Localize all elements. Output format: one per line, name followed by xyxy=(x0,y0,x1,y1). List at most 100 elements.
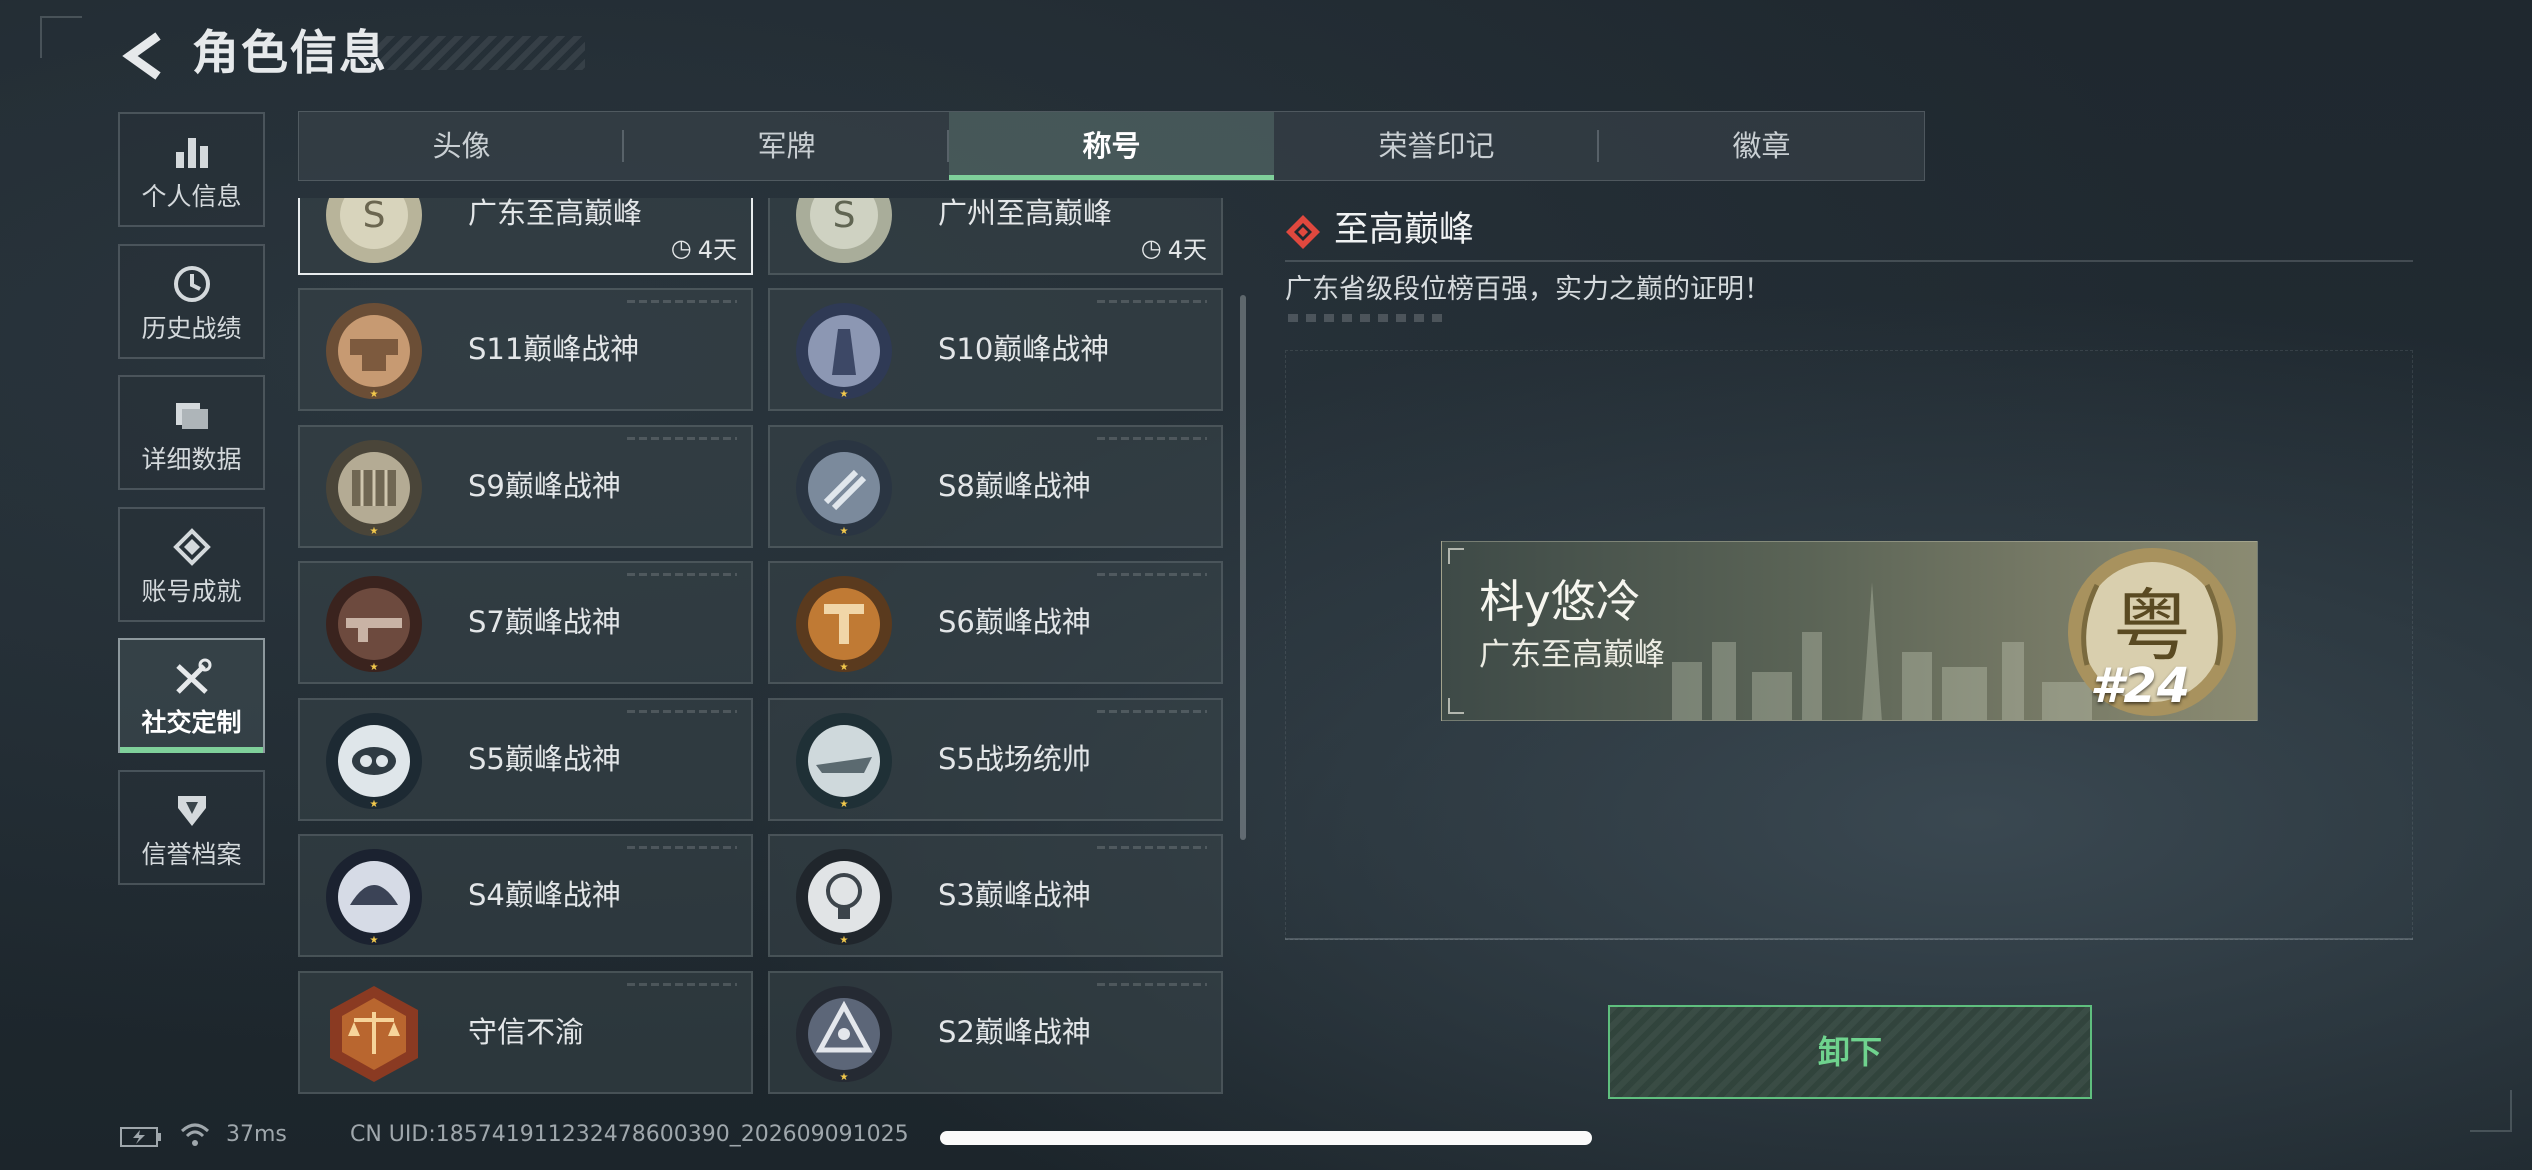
corner-bracket xyxy=(1448,698,1464,714)
card-decoration xyxy=(1097,710,1207,713)
title-name: S10巅峰战神 xyxy=(938,332,1110,366)
title-card[interactable]: S 广州至高巅峰 ◷ 4天 xyxy=(768,198,1223,275)
stripes-emblem-icon: ★ xyxy=(796,440,892,537)
svg-text:★: ★ xyxy=(370,935,379,946)
title-decoration xyxy=(370,36,585,70)
svg-text:★: ★ xyxy=(840,662,849,673)
title-name: S8巅峰战神 xyxy=(938,469,1091,503)
banner-rank: #24 xyxy=(2090,658,2191,714)
svg-text:★: ★ xyxy=(840,799,849,810)
ping-display: 37ms xyxy=(226,1122,287,1147)
sidebar-item-personal-info[interactable]: 个人信息 xyxy=(118,112,265,227)
tools-icon xyxy=(175,658,211,694)
svg-text:★: ★ xyxy=(370,526,379,537)
sidebar-item-label: 信誉档案 xyxy=(141,840,242,869)
list-scrollbar[interactable] xyxy=(1240,295,1246,840)
weapon-emblem-icon: ★ xyxy=(326,576,422,673)
title-name: S2巅峰战神 xyxy=(938,1015,1091,1049)
sidebar-item-label: 详细数据 xyxy=(141,445,242,474)
sidebar-item-social-custom[interactable]: 社交定制 xyxy=(118,638,265,753)
page-title: 角色信息 xyxy=(192,26,388,81)
card-decoration xyxy=(627,846,737,849)
title-name: S3巅峰战神 xyxy=(938,878,1091,912)
card-decoration xyxy=(627,710,737,713)
title-name: S5巅峰战神 xyxy=(468,742,621,776)
corner-mark xyxy=(40,16,82,58)
corner-mark xyxy=(2470,1090,2512,1132)
svg-text:★: ★ xyxy=(840,1072,849,1083)
clock-icon: ◷ xyxy=(1140,233,1162,262)
card-decoration xyxy=(1097,573,1207,576)
title-card[interactable]: ★ S5巅峰战神 xyxy=(298,698,753,821)
sidebar-item-history[interactable]: 历史战绩 xyxy=(118,244,265,359)
detail-title: 至高巅峰 xyxy=(1334,210,1475,250)
title-name: 广州至高巅峰 xyxy=(938,198,1113,230)
back-icon[interactable] xyxy=(118,28,168,84)
city-skyline-image xyxy=(1672,582,2092,720)
banner-player-name: 枓y悠冷 xyxy=(1479,575,1641,628)
title-card[interactable]: S 广东至高巅峰 ◷ 4天 xyxy=(298,198,753,275)
tab-honor-mark[interactable]: 荣誉印记 xyxy=(1274,112,1599,180)
anvil-emblem-icon: ★ xyxy=(326,303,422,400)
title-card[interactable]: ★ S11巅峰战神 xyxy=(298,288,753,411)
sidebar-item-achievements[interactable]: 账号成就 xyxy=(118,507,265,622)
unequip-button[interactable]: 卸下 xyxy=(1608,1005,2092,1099)
achievement-icon xyxy=(172,528,211,566)
title-name: S11巅峰战神 xyxy=(468,332,640,366)
time-remaining: ◷ 4天 xyxy=(670,233,737,265)
title-card[interactable]: ★ S6巅峰战神 xyxy=(768,561,1223,684)
title-card[interactable]: ★ S3巅峰战神 xyxy=(768,834,1223,957)
svg-text:★: ★ xyxy=(370,799,379,810)
svg-text:★: ★ xyxy=(370,662,379,673)
title-name: 广东至高巅峰 xyxy=(468,198,643,230)
sidebar-item-label: 账号成就 xyxy=(141,577,242,606)
time-remaining: ◷ 4天 xyxy=(1140,233,1207,265)
title-card[interactable]: ★ S8巅峰战神 xyxy=(768,425,1223,548)
svg-text:S: S xyxy=(833,198,856,236)
divider xyxy=(1285,938,2413,940)
tower-emblem-icon: ★ xyxy=(796,303,892,400)
card-decoration xyxy=(1097,300,1207,303)
tab-bar: 头像 军牌 称号 荣誉印记 徽章 xyxy=(298,111,1925,181)
title-card[interactable]: ★ S5战场统帅 xyxy=(768,698,1223,821)
detail-description: 广东省级段位榜百强，实力之巅的证明！ xyxy=(1285,274,1771,305)
globe-emblem-icon: ★ xyxy=(796,849,892,946)
title-card[interactable]: ★ S9巅峰战神 xyxy=(298,425,753,548)
sidebar-item-credit[interactable]: 信誉档案 xyxy=(118,770,265,885)
dam-emblem-icon: ★ xyxy=(326,440,422,537)
helmet-emblem-icon: ★ xyxy=(326,849,422,946)
tab-badge[interactable]: 徽章 xyxy=(1599,112,1924,180)
title-name: S4巅峰战神 xyxy=(468,878,621,912)
card-decoration xyxy=(1097,846,1207,849)
laurel-emblem-icon: S xyxy=(796,198,892,263)
tab-dog-tag[interactable]: 军牌 xyxy=(624,112,949,180)
title-card[interactable]: 守信不渝 xyxy=(298,971,753,1094)
sidebar-item-label: 社交定制 xyxy=(141,708,242,737)
svg-text:S: S xyxy=(363,198,386,236)
folder-icon xyxy=(175,403,208,429)
card-decoration xyxy=(627,573,737,576)
title-name: 守信不渝 xyxy=(468,1015,585,1049)
card-decoration xyxy=(1097,437,1207,440)
svg-text:★: ★ xyxy=(840,526,849,537)
title-card[interactable]: ★ S7巅峰战神 xyxy=(298,561,753,684)
home-indicator[interactable] xyxy=(940,1131,1592,1145)
title-card[interactable]: ★ S10巅峰战神 xyxy=(768,288,1223,411)
description-decoration xyxy=(1288,314,1448,322)
sidebar-item-detailed-data[interactable]: 详细数据 xyxy=(118,375,265,490)
tab-title[interactable]: 称号 xyxy=(949,112,1274,180)
tab-avatar[interactable]: 头像 xyxy=(299,112,624,180)
laurel-emblem-icon: S xyxy=(326,198,422,263)
sidebar-item-label: 历史战绩 xyxy=(141,314,242,343)
wifi-icon xyxy=(180,1123,210,1146)
title-name: S7巅峰战神 xyxy=(468,605,621,639)
title-card[interactable]: ★ S2巅峰战神 xyxy=(768,971,1223,1094)
title-list: S 广东至高巅峰 ◷ 4天 S 广州至高巅峰 ◷ 4天 ★ S11巅峰战神 ★ S1… xyxy=(298,198,1228,1098)
title-card[interactable]: ★ S4巅峰战神 xyxy=(298,834,753,957)
clock-icon: ◷ xyxy=(670,233,692,262)
battery-icon xyxy=(120,1127,161,1147)
card-decoration xyxy=(1097,983,1207,986)
sidebar-item-label: 个人信息 xyxy=(141,182,242,211)
boat-emblem-icon: ★ xyxy=(796,713,892,810)
card-decoration xyxy=(627,300,737,303)
